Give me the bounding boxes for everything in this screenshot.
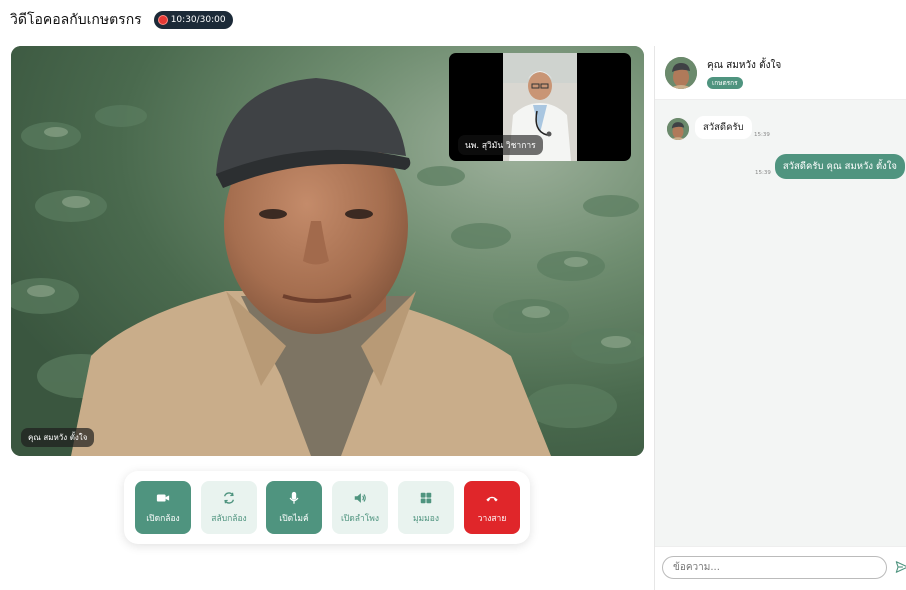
- main-video-name-tag: คุณ สมหวัง ตั้งใจ: [21, 428, 95, 447]
- recording-icon: [158, 16, 167, 24]
- self-video-pip[interactable]: นพ. สุวิมัน วิชาการ: [449, 53, 631, 161]
- grid-view-icon: [420, 492, 432, 503]
- message-list: สวัสดีครับ 15:39 15:39 สวัสดีครับ คุณ สม…: [655, 100, 906, 546]
- page-title: วิดีโอคอลกับเกษตรกร: [10, 12, 142, 28]
- incoming-message-time: 15:39: [754, 132, 770, 138]
- camera-button[interactable]: เปิดกล้อง: [135, 481, 191, 534]
- switch-camera-icon: [223, 491, 235, 504]
- message-input[interactable]: [662, 556, 887, 579]
- contact-avatar: [665, 57, 697, 89]
- view-layout-button[interactable]: มุมมอง: [398, 481, 454, 534]
- speaker-button-label: เปิดลำโพง: [340, 513, 380, 524]
- switch-camera-button[interactable]: สลับกล้อง: [201, 481, 257, 534]
- timer-text: 10:30/30:00: [170, 15, 226, 25]
- microphone-button-label: เปิดไมค์: [279, 513, 309, 524]
- call-timer: 10:30/30:00: [153, 11, 233, 29]
- hang-up-button-label: วางสาย: [477, 513, 507, 524]
- outgoing-message-time: 15:39: [755, 170, 771, 176]
- hang-up-button[interactable]: วางสาย: [464, 481, 520, 534]
- speaker-icon: [354, 492, 366, 503]
- camera-icon: [156, 494, 170, 501]
- contact-name: คุณ สมหวัง ตั้งใจ: [707, 60, 782, 71]
- chat-header: คุณ สมหวัง ตั้งใจ เกษตรกร: [655, 46, 906, 100]
- switch-camera-button-label: สลับกล้อง: [211, 513, 247, 524]
- chat-composer: [655, 546, 906, 590]
- view-layout-button-label: มุมมอง: [412, 513, 440, 524]
- speaker-button[interactable]: เปิดลำโพง: [332, 481, 388, 534]
- chat-panel: คุณ สมหวัง ตั้งใจ เกษตรกร สวัสดีครับ 15:…: [654, 46, 906, 590]
- call-header: วิดีโอคอลกับเกษตรกร 10:30/30:00: [10, 9, 233, 31]
- message-avatar: [667, 118, 689, 140]
- microphone-icon: [289, 491, 299, 504]
- outgoing-message: สวัสดีครับ คุณ สมหวัง ตั้งใจ: [774, 154, 905, 179]
- microphone-button[interactable]: เปิดไมค์: [266, 481, 322, 534]
- send-icon[interactable]: [895, 560, 906, 574]
- incoming-message: สวัสดีครับ: [695, 116, 752, 139]
- hang-up-icon: [486, 496, 498, 501]
- pip-name-tag: นพ. สุวิมัน วิชาการ: [458, 135, 543, 155]
- call-controls: เปิดกล้อง สลับกล้อง เปิดไมค์ เปิดลำโพง ม…: [124, 471, 530, 544]
- camera-button-label: เปิดกล้อง: [146, 513, 180, 524]
- contact-role-badge: เกษตรกร: [707, 77, 743, 89]
